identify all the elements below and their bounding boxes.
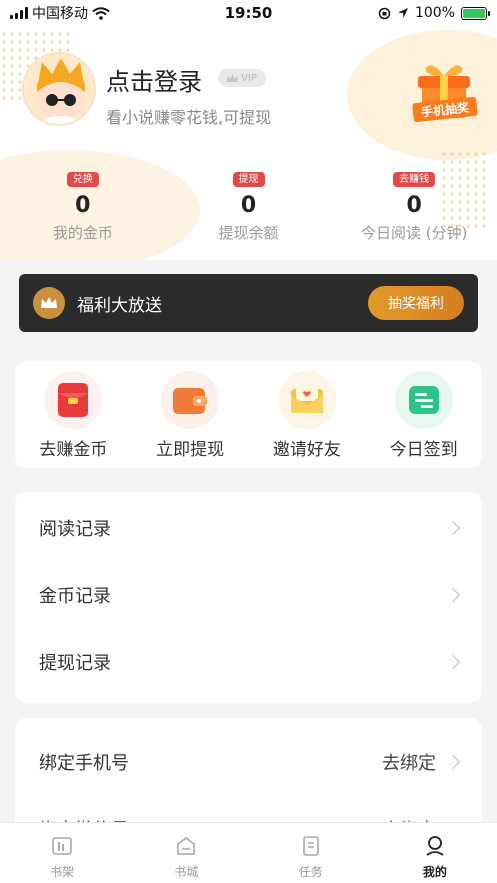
- action-earn-coins[interactable]: 去赚金币: [15, 361, 132, 468]
- tab-label: 任务: [298, 865, 323, 879]
- action-label: 邀请好友: [272, 440, 341, 460]
- list-item-label: 金币记录: [39, 585, 111, 607]
- tab-label: 书城: [174, 865, 199, 879]
- carrier-name: 中国移动: [32, 6, 88, 22]
- profile-icon: [426, 836, 444, 856]
- crown-icon: [33, 287, 65, 319]
- tab-bookstore[interactable]: 书城: [124, 823, 248, 883]
- stat-value: 0: [240, 193, 257, 218]
- vip-label: VIP: [241, 72, 257, 84]
- tab-label: 书架: [50, 865, 75, 879]
- stat-reading-time[interactable]: 去赚钱 0 今日阅读 (分钟): [331, 172, 497, 243]
- stats-row: 兑换 0 我的金币 提现 0 提现余额 去赚钱 0 今日阅读 (分钟): [0, 172, 497, 243]
- wifi-icon: [92, 6, 110, 20]
- stat-coins[interactable]: 兑换 0 我的金币: [0, 172, 166, 243]
- task-icon: [302, 836, 319, 856]
- tab-label: 我的: [422, 865, 447, 879]
- chevron-right-icon: [445, 654, 461, 669]
- stat-badge[interactable]: 去赚钱: [393, 172, 436, 187]
- chevron-right-icon: [445, 520, 461, 535]
- status-bar: 中国移动 19:50 100%: [0, 0, 497, 26]
- bottom-tab-bar: 书架 书城 任务 我的: [0, 822, 497, 883]
- login-title[interactable]: 点击登录: [106, 62, 202, 97]
- orientation-lock-icon: [378, 7, 391, 19]
- battery-percent: 100%: [414, 5, 455, 21]
- avatar[interactable]: [22, 52, 96, 126]
- stat-value: 0: [75, 193, 91, 218]
- bookstore-icon: [177, 837, 196, 855]
- welfare-title: 福利大放送: [77, 295, 162, 316]
- battery-icon: [461, 6, 490, 20]
- list-item-label: 阅读记录: [39, 518, 111, 540]
- list-item-withdraw-records[interactable]: 提现记录: [15, 628, 482, 695]
- wallet-icon: [161, 371, 220, 429]
- tab-mine[interactable]: 我的: [373, 823, 497, 883]
- records-list: 阅读记录 金币记录 提现记录: [15, 492, 482, 703]
- list-item-bind-phone[interactable]: 绑定手机号 去绑定: [15, 728, 482, 795]
- red-envelope-icon: [44, 371, 103, 429]
- list-item-value: 去绑定: [382, 752, 436, 774]
- stat-badge[interactable]: 提现: [232, 172, 265, 187]
- profile-header: 点击登录 VIP 看小说赚零花钱,可提现 手机抽奖 兑换 0 我的金币 提现 0…: [0, 0, 497, 260]
- action-label: 立即提现: [156, 440, 225, 460]
- stat-badge[interactable]: 兑换: [66, 172, 99, 187]
- chevron-right-icon: [445, 754, 461, 769]
- welfare-banner[interactable]: 福利大放送 抽奖福利: [19, 274, 478, 332]
- quick-actions: 去赚金币 立即提现 邀请好友 今日签到: [15, 361, 482, 468]
- list-item-reading-records[interactable]: 阅读记录: [15, 494, 482, 561]
- checkin-icon: [394, 371, 453, 429]
- list-item-label: 提现记录: [39, 652, 111, 674]
- action-invite-friends[interactable]: 邀请好友: [249, 361, 366, 468]
- bookshelf-icon: [52, 837, 72, 855]
- avatar-icon: [37, 58, 85, 124]
- login-subtitle: 看小说赚零花钱,可提现: [106, 108, 272, 127]
- tab-bookshelf[interactable]: 书架: [0, 823, 124, 883]
- action-label: 今日签到: [389, 440, 458, 460]
- vip-badge: VIP: [218, 69, 266, 87]
- stat-balance[interactable]: 提现 0 提现余额: [166, 172, 332, 243]
- action-withdraw[interactable]: 立即提现: [132, 361, 249, 468]
- signal-icon: [10, 7, 28, 19]
- crown-icon: [227, 73, 239, 82]
- stat-label: 提现余额: [218, 224, 279, 242]
- action-label: 去赚金币: [39, 440, 108, 460]
- stat-value: 0: [406, 193, 422, 218]
- status-time: 19:50: [224, 4, 273, 22]
- stat-label: 我的金币: [52, 224, 113, 242]
- action-daily-checkin[interactable]: 今日签到: [365, 361, 482, 468]
- list-item-label: 绑定手机号: [39, 752, 129, 774]
- tab-tasks[interactable]: 任务: [249, 823, 373, 883]
- chevron-right-icon: [445, 587, 461, 602]
- stat-label: 今日阅读 (分钟): [360, 224, 468, 242]
- lottery-welfare-button[interactable]: 抽奖福利: [368, 286, 464, 320]
- location-icon: [397, 8, 408, 18]
- invite-letter-icon: [277, 371, 336, 429]
- list-item-coin-records[interactable]: 金币记录: [15, 561, 482, 628]
